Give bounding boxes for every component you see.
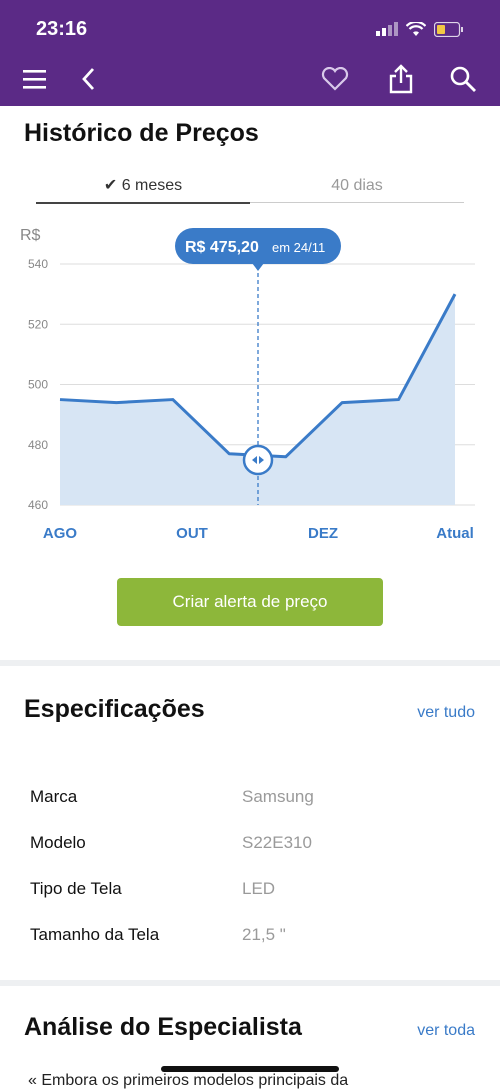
y-tick-label: 500	[28, 378, 48, 392]
tab-label: 6 meses	[121, 177, 183, 194]
battery-icon	[434, 21, 463, 37]
y-tick-label: 480	[28, 438, 48, 452]
spec-row: Marca Samsung	[30, 787, 470, 817]
y-tick-label: 540	[28, 257, 48, 271]
tab-6-meses[interactable]: ✔ 6 meses	[36, 172, 250, 204]
x-tick-label: Atual	[436, 525, 474, 542]
spec-value: LED	[242, 879, 276, 898]
search-icon[interactable]	[448, 64, 478, 94]
x-tick-label: OUT	[176, 525, 208, 542]
menu-icon[interactable]	[20, 64, 50, 94]
y-tick-label: 460	[28, 498, 48, 512]
check-icon: ✔	[103, 177, 118, 194]
spec-row: Tamanho da Tela 21,5 "	[30, 925, 470, 955]
see-all-specs-link[interactable]: ver tudo	[417, 704, 475, 722]
heart-icon[interactable]	[320, 64, 350, 94]
spec-label: Modelo	[30, 833, 86, 852]
spec-value: Samsung	[242, 787, 314, 806]
see-all-analysis-link[interactable]: ver toda	[417, 1022, 475, 1040]
tooltip-price: R$ 475,20	[185, 239, 259, 256]
price-chart[interactable]: 540 520 500 480 460 R$ AGO OUT DEZ Atual R$ 475,20…	[0, 222, 500, 552]
x-tick-label: DEZ	[308, 525, 338, 542]
tooltip-date: em 24/11	[272, 240, 325, 255]
spec-label: Tipo de Tela	[30, 879, 122, 898]
tooltip-pointer	[252, 263, 264, 271]
y-axis-label: R$	[20, 227, 41, 244]
spec-label: Tamanho da Tela	[30, 925, 160, 944]
spec-label: Marca	[30, 787, 78, 806]
section-divider	[0, 660, 500, 666]
selected-point-marker	[242, 444, 274, 476]
x-tick-label: AGO	[43, 525, 78, 542]
section-divider	[0, 980, 500, 986]
create-price-alert-button[interactable]: Criar alerta de preço	[117, 578, 383, 626]
share-icon[interactable]	[386, 64, 416, 94]
signal-icon	[376, 22, 398, 36]
y-tick-label: 520	[28, 317, 48, 331]
tab-label: 40 dias	[331, 177, 383, 194]
specs-title: Especificações	[24, 695, 205, 723]
status-icons	[376, 19, 464, 39]
spec-value: S22E310	[242, 833, 312, 852]
period-tabs: ✔ 6 meses 40 dias	[36, 172, 464, 204]
analysis-preview-text: « Embora os primeiros modelos principais…	[28, 1072, 349, 1089]
home-indicator[interactable]	[161, 1066, 339, 1072]
price-history-title: Histórico de Preços	[24, 119, 259, 147]
app-header: 23:16	[0, 0, 500, 106]
spec-row: Tipo de Tela LED	[30, 879, 470, 909]
status-time: 23:16	[36, 18, 88, 40]
back-icon[interactable]	[74, 64, 104, 94]
wifi-icon	[406, 21, 426, 36]
expert-analysis-title: Análise do Especialista	[24, 1013, 302, 1041]
spec-row: Modelo S22E310	[30, 833, 470, 863]
tab-40-dias[interactable]: 40 dias	[250, 172, 464, 203]
spec-value: 21,5 "	[242, 925, 286, 944]
